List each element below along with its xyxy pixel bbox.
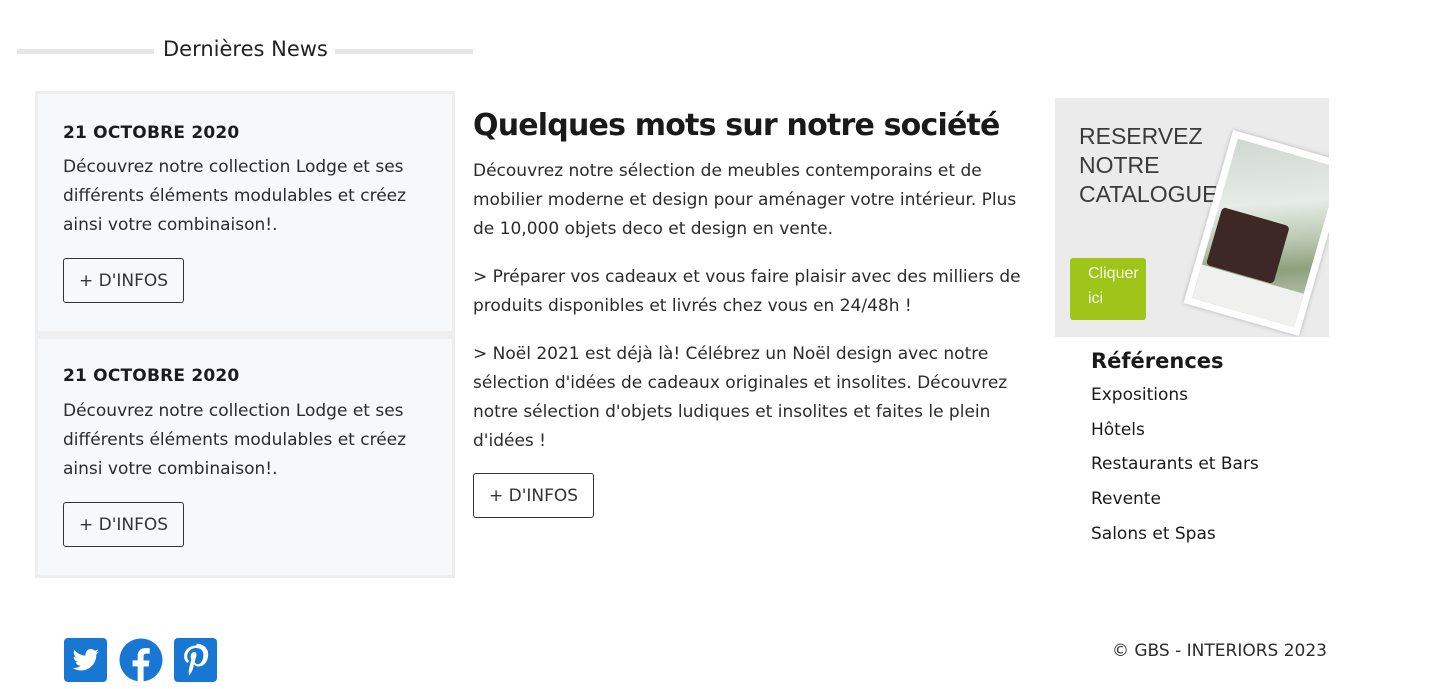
catalog-click-button[interactable]: Cliquer ici [1070,258,1146,320]
news-heading-title: Dernières News [163,37,328,61]
catalog-title: RESERVEZ NOTRE CATALOGUE [1079,123,1218,207]
news-card: 21 OCTOBRE 2020 Découvrez notre collecti… [38,339,452,575]
news-section-heading: Dernières News [17,36,473,66]
twitter-icon[interactable] [64,637,108,683]
about-paragraph: Découvrez notre sélection de meubles con… [473,161,1017,239]
about-title: Quelques mots sur notre société [473,108,1000,143]
pinterest-icon[interactable] [174,637,218,683]
social-links [64,637,218,683]
about-paragraph: > Préparer vos cadeaux et vous faire pla… [473,267,1021,316]
reference-link-revente[interactable]: Revente [1091,489,1259,509]
about-more-info-button[interactable]: + D'INFOS [473,473,594,518]
references-section: Références Expositions Hôtels Restaurant… [1091,349,1259,558]
news-date: 21 OCTOBRE 2020 [63,366,240,386]
news-list: 21 OCTOBRE 2020 Découvrez notre collecti… [35,91,455,578]
reference-link-hotels[interactable]: Hôtels [1091,420,1259,440]
reference-link-salons[interactable]: Salons et Spas [1091,524,1259,544]
news-more-info-button[interactable]: + D'INFOS [63,502,184,547]
copyright-text: © GBS - INTERIORS 2023 [1111,641,1327,661]
heading-divider-left [17,49,154,54]
facebook-icon[interactable] [119,637,163,683]
reference-link-expositions[interactable]: Expositions [1091,385,1259,405]
news-card: 21 OCTOBRE 2020 Découvrez notre collecti… [38,94,452,331]
reference-link-restaurants[interactable]: Restaurants et Bars [1091,454,1259,474]
news-text: Découvrez notre collection Lodge et ses … [63,401,407,479]
news-text: Découvrez notre collection Lodge et ses … [63,157,407,235]
news-more-info-button[interactable]: + D'INFOS [63,258,184,303]
news-date: 21 OCTOBRE 2020 [63,123,240,143]
references-list: Expositions Hôtels Restaurants et Bars R… [1091,385,1259,544]
catalog-banner[interactable]: RESERVEZ NOTRE CATALOGUE Cliquer ici [1055,98,1329,337]
heading-divider-right [335,49,473,54]
references-title: Références [1091,349,1224,373]
about-paragraph: > Noël 2021 est déjà là! Célébrez un Noë… [473,344,1008,451]
